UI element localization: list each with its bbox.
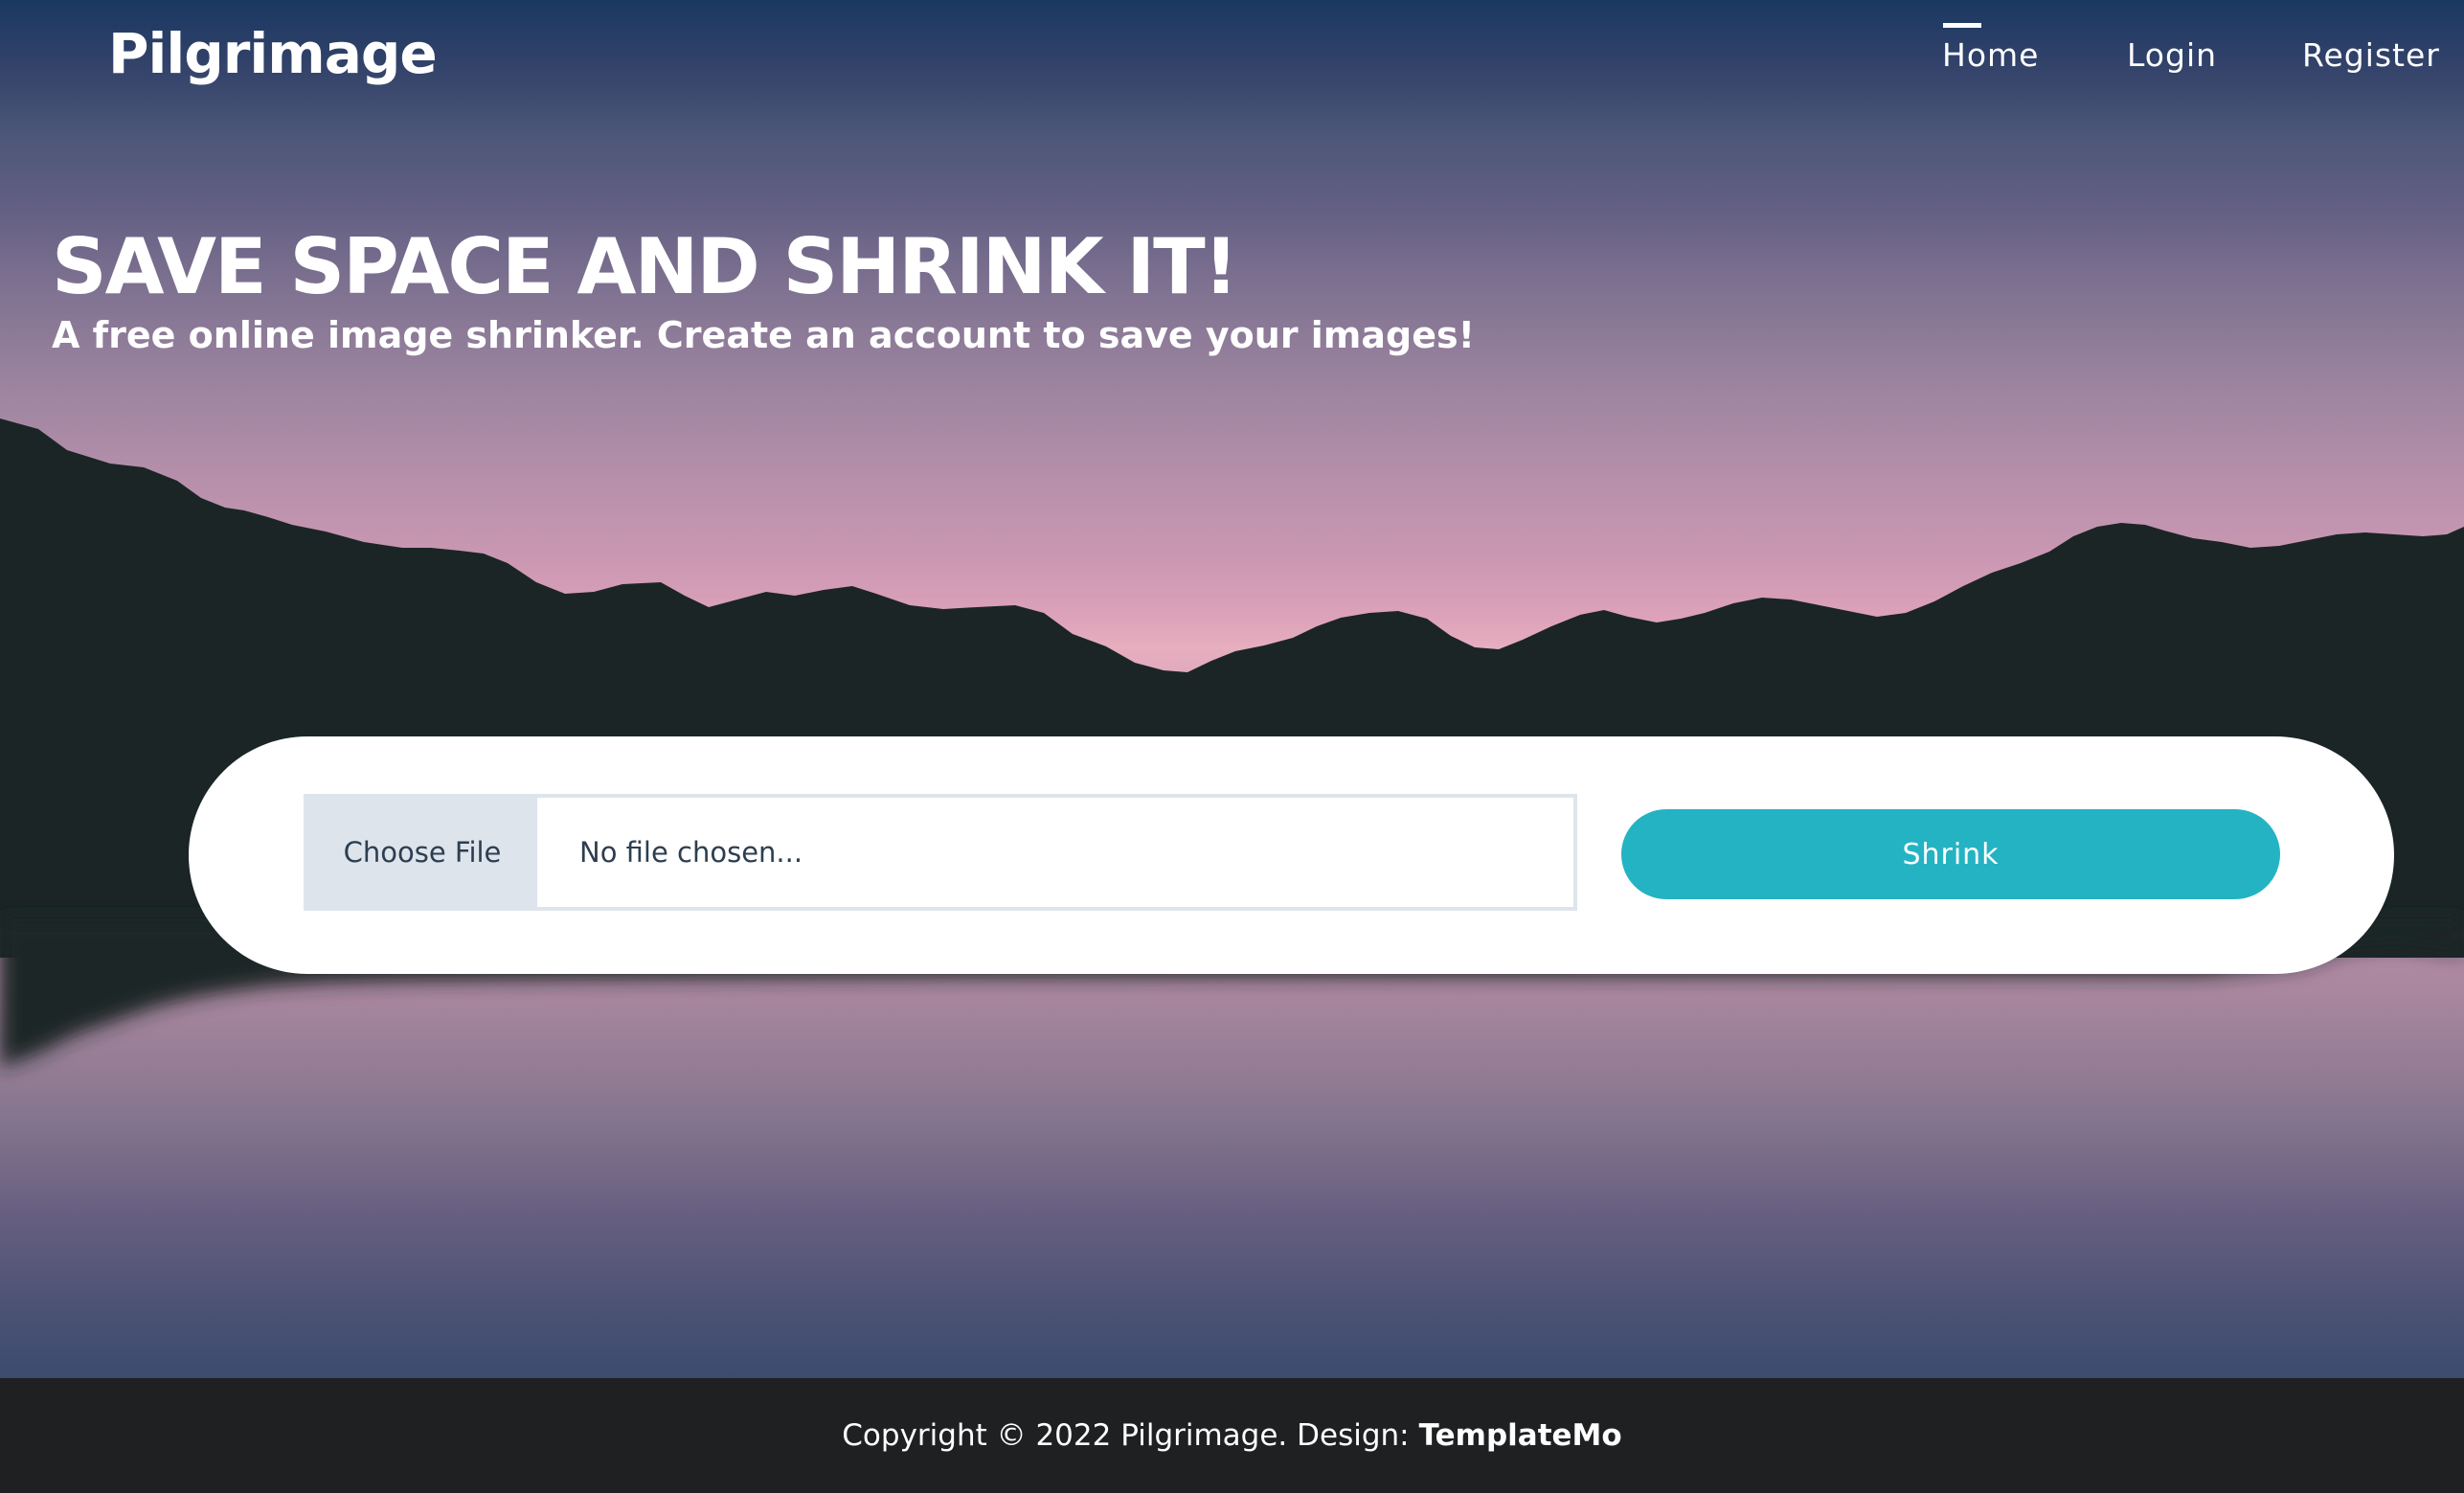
footer: Copyright © 2022 Pilgrimage. Design: Tem… — [0, 1378, 2464, 1493]
choose-file-button[interactable]: Choose File — [307, 798, 537, 907]
hero-subtitle: A free online image shrinker. Create an … — [52, 314, 1475, 356]
brand-logo[interactable]: Pilgrimage — [108, 21, 438, 86]
file-input-field[interactable]: Choose File No file chosen... — [304, 794, 1577, 911]
upload-form: Choose File No file chosen... Shrink — [189, 736, 2394, 974]
nav-register-link[interactable]: Register — [2302, 36, 2440, 74]
footer-copyright: Copyright © 2022 Pilgrimage. Design: — [842, 1418, 1410, 1453]
active-nav-indicator — [1943, 23, 1981, 28]
file-status-text: No file chosen... — [579, 836, 803, 869]
hero-section: Pilgrimage Home Login Register SAVE SPAC… — [0, 0, 2464, 1378]
mountain-landscape — [0, 418, 2464, 1068]
nav-home-link[interactable]: Home — [1942, 36, 2039, 74]
footer-designer-link[interactable]: TemplateMo — [1419, 1418, 1622, 1453]
nav-login-link[interactable]: Login — [2127, 36, 2217, 74]
shrink-button[interactable]: Shrink — [1621, 809, 2280, 899]
hero-title: SAVE SPACE AND SHRINK IT! — [52, 222, 1238, 311]
navbar: Pilgrimage Home Login Register — [0, 0, 2464, 124]
